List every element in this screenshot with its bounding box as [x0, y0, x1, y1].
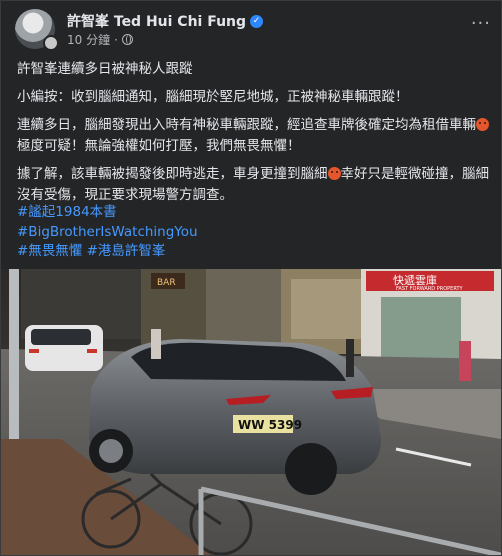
avatar-badge-icon — [43, 35, 59, 51]
hashtag-link[interactable]: #BigBrotherIsWatchingYou — [17, 224, 198, 240]
license-plate-text: WW 5399 — [238, 418, 302, 432]
shop-sign-text: 快遞雲庫 — [393, 273, 437, 287]
paragraph-tracking-text: 連續多日，腦細發現出入時有神秘車輛跟蹤，經追查車牌後確定均為租借車輛 — [17, 117, 476, 133]
post-body: 許智峯連續多日被神秘人跟蹤 小編按：收到腦細通知，腦細現於堅尼地城，正被神秘車輛… — [17, 59, 491, 213]
hashtag-list: #謐起1984本書 #BigBrotherIsWatchingYou #無畏無懼… — [17, 203, 198, 262]
paragraph-incident-text: 據了解，該車輛被揭發後即時逃走，車身更撞到腦細 — [17, 166, 328, 182]
paragraph-title: 許智峯連續多日被神秘人跟蹤 — [17, 61, 193, 77]
paragraph-tracking-text-2: 極度可疑！無論強權如何打壓，我們無畏無懼！ — [17, 138, 301, 154]
post-timestamp[interactable]: 10 分鐘 — [67, 31, 110, 48]
paragraph-editor-note: 小編按：收到腦細通知，腦細現於堅尼地城，正被神秘車輛跟蹤！ — [17, 89, 409, 105]
author-name[interactable]: 許智峯 Ted Hui Chi Fung — [67, 11, 246, 31]
more-options-button[interactable]: ··· — [471, 13, 491, 34]
name-row: 許智峯 Ted Hui Chi Fung ✓ — [67, 11, 264, 31]
shop-sign-subtext: FAST FORWARD PROPERTY — [396, 286, 464, 292]
street-scene-photo: 快遞雲庫 FAST FORWARD PROPERTY BAR WW 5399 — [1, 269, 501, 555]
hashtag-link[interactable]: #謐起1984本書 — [17, 204, 117, 220]
post-meta: 10 分鐘 · — [67, 31, 133, 48]
hashtag-link[interactable]: #港島許智峯 — [87, 243, 166, 259]
hashtag-link[interactable]: #無畏無懼 — [17, 243, 82, 259]
meta-separator: · — [114, 32, 118, 47]
angry-face-emoji-icon — [327, 167, 341, 180]
verified-badge-icon: ✓ — [250, 14, 264, 28]
post-photo[interactable]: 快遞雲庫 FAST FORWARD PROPERTY BAR WW 5399 — [1, 269, 501, 555]
facebook-post: 許智峯 Ted Hui Chi Fung ✓ 10 分鐘 · ··· 許智峯連續… — [0, 0, 502, 556]
bar-sign-text: BAR — [157, 278, 176, 288]
angry-face-emoji-icon — [476, 118, 489, 131]
post-header: 許智峯 Ted Hui Chi Fung ✓ 10 分鐘 · ··· — [15, 9, 491, 53]
globe-icon[interactable] — [121, 34, 133, 45]
paragraph-tracking: 連續多日，腦細發現出入時有神秘車輛跟蹤，經追查車牌後確定均為租借車輛極度可疑！無… — [17, 115, 491, 157]
paragraph-incident: 據了解，該車輛被揭發後即時逃走，車身更撞到腦細 幸好只是輕微碰撞，腦細沒有受傷，現… — [17, 164, 491, 206]
